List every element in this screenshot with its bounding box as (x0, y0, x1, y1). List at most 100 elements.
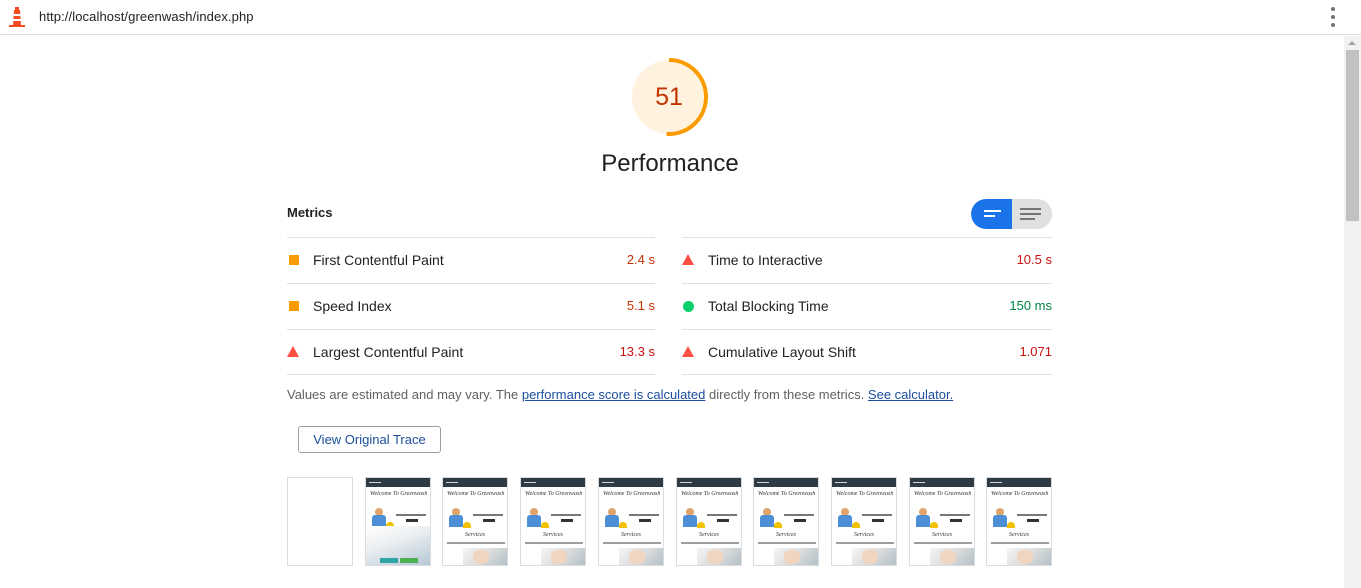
frame-hero-image (604, 508, 627, 528)
frame-headline: Welcome To Greenwash (447, 491, 505, 497)
frame-hero-image (526, 508, 549, 528)
frame-section-title: Services (776, 532, 796, 538)
frame-subtext (473, 514, 503, 516)
view-original-trace-button[interactable]: View Original Trace (298, 426, 441, 453)
fail-triangle-icon (287, 346, 299, 357)
frame-subtext (862, 514, 892, 516)
frame-subtext (1017, 514, 1047, 516)
frame-section-title: Services (1009, 532, 1029, 538)
frame-subtext (396, 514, 426, 516)
filmstrip-frame: Welcome To Greenwash Services (753, 477, 819, 566)
metric-name: Cumulative Layout Shift (708, 344, 856, 360)
metric-value: 10.5 s (1016, 252, 1052, 267)
filmstrip-frame: Welcome To Greenwash Services (986, 477, 1052, 566)
pass-circle-icon (683, 301, 694, 312)
frame-button (1027, 519, 1039, 522)
compact-view-icon (984, 210, 1001, 212)
frame-hero-image (371, 508, 394, 528)
disclaimer-text: Values are estimated and may vary. The (287, 387, 522, 402)
metrics-view-toggle[interactable] (971, 199, 1052, 229)
score-value: 51 (655, 83, 683, 111)
frame-navbar (987, 478, 1051, 487)
frame-navbar (910, 478, 974, 487)
frame-button (950, 519, 962, 522)
expanded-view-icon (1020, 208, 1041, 210)
metric-name: Total Blocking Time (708, 298, 829, 314)
fail-triangle-icon (682, 346, 694, 357)
scrollbar[interactable] (1344, 36, 1361, 588)
see-calculator-link[interactable]: See calculator. (868, 387, 953, 402)
metric-row: Speed Index 5.1 s (287, 283, 655, 329)
frame-headline: Welcome To Greenwash (681, 491, 739, 497)
frame-section-title: Services (465, 532, 485, 538)
frame-button (561, 519, 573, 522)
filmstrip-frame: Welcome To Greenwash Services (909, 477, 975, 566)
frame-navbar (599, 478, 663, 487)
frame-section-title: Services (854, 532, 874, 538)
frame-headline: Welcome To Greenwash (370, 491, 428, 497)
performance-gauge: 51 (629, 57, 709, 137)
frame-bottom-image (366, 526, 430, 565)
score-calculated-link[interactable]: performance score is calculated (522, 387, 706, 402)
frame-button (794, 519, 806, 522)
frame-navbar (443, 478, 507, 487)
category-title: Performance (601, 150, 739, 177)
compact-view-button[interactable] (971, 199, 1012, 229)
filmstrip-frame: Welcome To Greenwash (365, 477, 431, 566)
frame-button (872, 519, 884, 522)
metric-value: 150 ms (1009, 298, 1052, 313)
frame-subtext (629, 514, 659, 516)
metric-name: Largest Contentful Paint (313, 344, 464, 360)
filmstrip-frame: Welcome To Greenwash Services (676, 477, 742, 566)
frame-hero-image (837, 508, 860, 528)
frame-hero-image (448, 508, 471, 528)
address-bar: http://localhost/greenwash/index.php (0, 0, 1361, 35)
frame-button (406, 519, 418, 522)
filmstrip: Welcome To Greenwash Welcome To Greenwash… (287, 477, 1053, 567)
frame-navbar (521, 478, 585, 487)
frame-subtext (784, 514, 814, 516)
frame-hero-image (915, 508, 938, 528)
scroll-thumb[interactable] (1346, 50, 1359, 221)
metric-value: 13.3 s (619, 344, 655, 359)
kebab-menu-icon[interactable] (1325, 6, 1341, 28)
filmstrip-frame: Welcome To Greenwash Services (520, 477, 586, 566)
metric-row: Total Blocking Time 150 ms (682, 283, 1052, 329)
frame-section-title: Services (932, 532, 952, 538)
metrics-column-left: First Contentful Paint 2.4 s Speed Index… (287, 237, 655, 375)
metric-row: Cumulative Layout Shift 1.071 (682, 329, 1052, 375)
filmstrip-frame: Welcome To Greenwash Services (442, 477, 508, 566)
average-square-icon (289, 255, 299, 265)
frame-hero-image (992, 508, 1015, 528)
scroll-up-arrow-icon[interactable] (1348, 41, 1356, 45)
filmstrip-frame: Welcome To Greenwash Services (598, 477, 664, 566)
frame-headline: Welcome To Greenwash (836, 491, 894, 497)
frame-button (483, 519, 495, 522)
frame-hero-image (682, 508, 705, 528)
lighthouse-icon (9, 7, 25, 27)
frame-headline: Welcome To Greenwash (914, 491, 972, 497)
metric-name: Time to Interactive (708, 252, 823, 268)
metric-name: First Contentful Paint (313, 252, 444, 268)
frame-navbar (754, 478, 818, 487)
metric-value: 1.071 (1019, 344, 1052, 359)
metric-name: Speed Index (313, 298, 392, 314)
url-text[interactable]: http://localhost/greenwash/index.php (39, 9, 254, 24)
frame-navbar (366, 478, 430, 487)
frame-navbar (677, 478, 741, 487)
metric-value: 2.4 s (626, 252, 655, 267)
filmstrip-frame: Welcome To Greenwash Services (831, 477, 897, 566)
frame-section-title: Services (699, 532, 719, 538)
metric-row: First Contentful Paint 2.4 s (287, 237, 655, 283)
frame-headline: Welcome To Greenwash (525, 491, 583, 497)
metric-value: 5.1 s (626, 298, 655, 313)
metrics-disclaimer: Values are estimated and may vary. The p… (287, 387, 953, 402)
frame-subtext (551, 514, 581, 516)
frame-section-title: Services (621, 532, 641, 538)
metrics-column-right: Time to Interactive 10.5 s Total Blockin… (682, 237, 1052, 375)
average-square-icon (289, 301, 299, 311)
metric-row: Largest Contentful Paint 13.3 s (287, 329, 655, 375)
frame-headline: Welcome To Greenwash (758, 491, 816, 497)
frame-hero-image (759, 508, 782, 528)
frame-button (639, 519, 651, 522)
